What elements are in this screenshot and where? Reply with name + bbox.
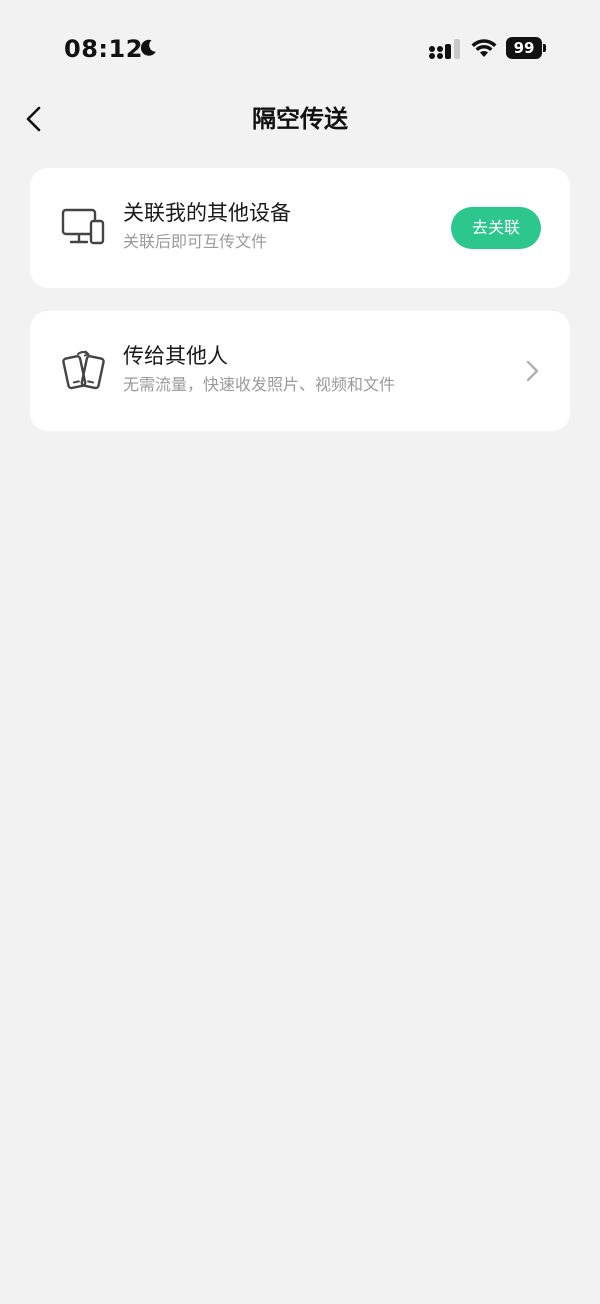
battery-tip xyxy=(543,44,546,52)
back-button[interactable] xyxy=(18,102,52,136)
status-time: 08:12 xyxy=(64,35,143,63)
battery-indicator: 99 xyxy=(506,37,546,59)
phones-transfer-icon xyxy=(62,350,105,390)
moon-icon xyxy=(140,39,156,56)
devices-icon xyxy=(61,208,105,245)
card-title: 传给其他人 xyxy=(123,344,228,368)
battery-level: 99 xyxy=(506,37,542,59)
go-link-button[interactable]: 去关联 xyxy=(451,207,541,249)
card-subtitle: 无需流量，快速收发照片、视频和文件 xyxy=(123,375,396,394)
status-bar: 08:12 99 xyxy=(0,0,600,96)
chevron-right-icon xyxy=(526,360,539,382)
card-title: 关联我的其他设备 xyxy=(123,201,291,225)
link-devices-card: 关联我的其他设备 关联后即可互传文件 去关联 xyxy=(30,168,570,288)
card-subtitle: 关联后即可互传文件 xyxy=(123,232,268,251)
nav-bar: 隔空传送 xyxy=(0,96,600,142)
send-to-others-card[interactable]: 传给其他人 无需流量，快速收发照片、视频和文件 xyxy=(30,311,570,431)
page-title: 隔空传送 xyxy=(252,105,348,133)
wifi-icon xyxy=(471,39,497,57)
signal-icon xyxy=(429,39,460,59)
